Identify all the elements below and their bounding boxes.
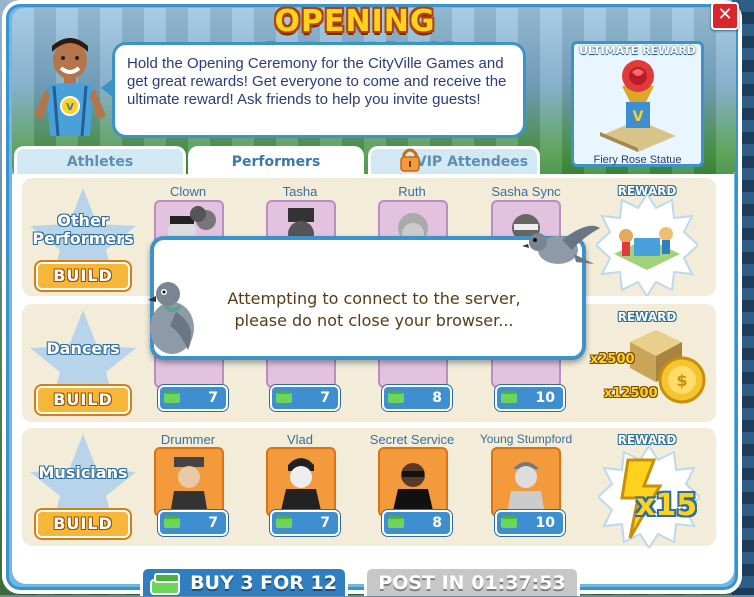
build-button-dancers[interactable]: BUILD (36, 386, 130, 414)
cost-value: 8 (432, 515, 442, 531)
cash-icon (501, 391, 517, 403)
cost-value: 7 (208, 390, 218, 406)
reward-amount-coins: x12500 (604, 386, 658, 401)
cost-badge: 7 (270, 385, 340, 411)
connecting-message: Attempting to connect to the server, ple… (194, 288, 554, 332)
build-button-musicians[interactable]: BUILD (36, 510, 130, 538)
cost-badge: 8 (382, 510, 452, 536)
fiery-rose-statue-icon: V (600, 60, 676, 152)
connecting-line-2: please do not close your browser... (234, 311, 514, 330)
dialog-title: OPENING CEREMONY (257, 4, 452, 74)
performer-name: Clown (169, 184, 207, 199)
post-button[interactable]: POST IN 01:37:53 (364, 566, 580, 596)
cash-icon (388, 391, 404, 403)
reward-label: REWARD (617, 433, 677, 447)
cost-badge: 10 (495, 385, 565, 411)
performer-name: Sasha Sync (491, 184, 561, 199)
ultimate-reward-title: ULTIMATE REWARD (579, 44, 696, 57)
row-label-dancers: Dancers (46, 339, 120, 358)
lock-icon (400, 148, 420, 172)
performer-name: Tasha (282, 184, 318, 199)
reward-decoration-icon (596, 194, 698, 296)
performer-portrait-drummer[interactable] (154, 447, 224, 517)
cash-stack-icon (150, 573, 180, 595)
performer-name: Secret Service (369, 432, 455, 447)
cash-icon (388, 516, 404, 528)
row-label-other-performers: Other Performers (32, 211, 134, 248)
buy-label: BUY 3 FOR 12 (190, 572, 337, 594)
cost-badge: 7 (158, 510, 228, 536)
cost-badge: 8 (382, 385, 452, 411)
cost-value: 10 (535, 390, 555, 406)
performer-portrait-vlad[interactable] (266, 447, 336, 517)
cash-icon (501, 516, 517, 528)
tab-athletes[interactable]: Athletes (14, 146, 186, 176)
cash-icon (164, 391, 180, 403)
svg-text:V: V (633, 109, 644, 125)
flying-pigeon-icon (522, 225, 600, 264)
close-button[interactable]: ✕ (711, 2, 739, 30)
connecting-dialog: Attempting to connect to the server, ple… (150, 236, 586, 360)
cost-value: 7 (320, 515, 330, 531)
cost-badge: 7 (158, 385, 228, 411)
performer-name: Vlad (286, 432, 314, 447)
cost-badge: 7 (270, 510, 340, 536)
connecting-line-1: Attempting to connect to the server, (227, 289, 521, 308)
buy-3-for-12-button[interactable]: BUY 3 FOR 12 (140, 566, 348, 596)
performer-name: Drummer (160, 432, 216, 447)
performer-portrait-young-stumpford[interactable] (491, 447, 561, 517)
row-label-musicians: Musicians (38, 463, 128, 482)
svg-text:$: $ (676, 371, 687, 390)
tab-vip-attendees[interactable]: VIP Attendees (368, 146, 540, 176)
intro-text: Hold the Opening Ceremony for the CityVi… (112, 42, 526, 138)
pigeon-icon (148, 282, 194, 354)
cash-icon (276, 516, 292, 528)
performer-name: Young Stumpford (479, 432, 573, 446)
performer-portrait-secret-service[interactable] (378, 447, 448, 517)
performer-name: Ruth (398, 184, 426, 199)
svg-text:V: V (66, 102, 74, 113)
reward-amount-energy: x15 (636, 488, 698, 523)
cost-value: 7 (208, 515, 218, 531)
ultimate-reward-name: Fiery Rose Statue (593, 154, 682, 166)
athlete-avatar: V (34, 38, 106, 137)
cost-value: 10 (535, 515, 555, 531)
cost-value: 7 (320, 390, 330, 406)
reward-amount-goods: x2500 (590, 352, 635, 367)
ultimate-reward-card: ULTIMATE REWARD V Fiery Rose Statue (571, 41, 704, 167)
build-button-other-performers[interactable]: BUILD (36, 262, 130, 290)
cash-icon (164, 516, 180, 528)
cost-badge: 10 (495, 510, 565, 536)
cash-icon (276, 391, 292, 403)
cost-value: 8 (432, 390, 442, 406)
